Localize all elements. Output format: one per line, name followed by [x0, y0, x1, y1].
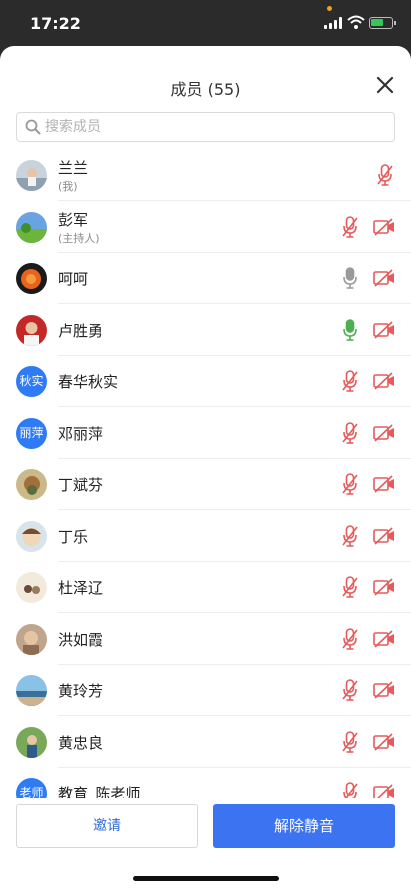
member-name: 彭军	[58, 210, 89, 229]
camera-off-icon[interactable]	[373, 217, 395, 237]
member-role: (我)	[58, 180, 78, 193]
member-row[interactable]: 杜泽辽	[0, 562, 411, 613]
member-role: (主持人)	[58, 231, 100, 245]
mic-muted-icon[interactable]	[342, 679, 358, 701]
mic-muted-icon[interactable]	[342, 370, 358, 392]
member-name: 丁乐	[58, 527, 89, 546]
mic-muted-icon[interactable]	[342, 576, 358, 598]
battery-icon	[369, 17, 393, 29]
status-bar: 17:22	[0, 0, 411, 46]
member-row[interactable]: 黄忠良	[0, 717, 411, 768]
camera-off-icon[interactable]	[373, 526, 395, 546]
camera-off-icon[interactable]	[373, 783, 395, 798]
home-indicator	[133, 876, 279, 881]
avatar: 丽萍	[16, 417, 47, 449]
camera-off-icon[interactable]	[373, 423, 395, 443]
avatar	[16, 263, 47, 294]
mic-muted-icon[interactable]	[342, 782, 358, 798]
camera-off-icon[interactable]	[373, 320, 395, 340]
mic-icon[interactable]	[342, 267, 358, 289]
avatar	[16, 726, 47, 758]
camera-off-icon[interactable]	[373, 474, 395, 494]
member-name: 杜泽辽	[58, 579, 104, 597]
member-row[interactable]: 洪如霞	[0, 614, 411, 665]
avatar	[16, 160, 47, 191]
avatar: 秋实	[16, 366, 47, 397]
member-row[interactable]: 兰兰 (我)	[0, 150, 411, 201]
status-time: 17:22	[30, 14, 81, 33]
member-name: 丁斌芬	[58, 476, 104, 494]
member-row[interactable]: 黄玲芳	[0, 665, 411, 716]
member-name: 春华秋实	[58, 373, 119, 391]
avatar	[16, 520, 47, 552]
camera-off-icon[interactable]	[373, 371, 395, 391]
camera-off-icon[interactable]	[373, 680, 395, 700]
member-name: 兰兰	[58, 159, 89, 177]
wifi-icon	[347, 15, 365, 29]
avatar	[16, 675, 47, 706]
search-box	[16, 112, 395, 142]
member-name: 教育_陈老师	[58, 785, 141, 798]
member-name: 呵呵	[58, 270, 89, 288]
member-row[interactable]: 呵呵	[0, 253, 411, 304]
camera-off-icon[interactable]	[373, 629, 395, 649]
avatar	[16, 623, 47, 655]
camera-off-icon[interactable]	[373, 732, 395, 752]
mic-muted-icon[interactable]	[342, 730, 358, 753]
mic-muted-icon[interactable]	[342, 627, 358, 650]
battery-tip	[394, 21, 396, 25]
member-list[interactable]: 兰兰 (我) 彭军 (主持人) 呵呵 卢胜勇 秋实 春华秋实 丽萍 邓丽萍 丁斌芬 丁乐 杜泽辽 洪如霞黄…	[0, 150, 411, 798]
mic-muted-icon[interactable]	[342, 524, 358, 547]
close-icon[interactable]	[372, 72, 398, 98]
mic-icon[interactable]	[342, 318, 358, 341]
avatar	[16, 469, 47, 500]
member-name: 洪如霞	[58, 630, 104, 649]
privacy-indicator-dot	[327, 6, 332, 11]
member-row[interactable]: 丁乐	[0, 511, 411, 562]
search-input[interactable]	[45, 113, 385, 141]
avatar	[16, 572, 47, 603]
member-row[interactable]: 丁斌芬	[0, 459, 411, 510]
member-name: 卢胜勇	[58, 321, 104, 340]
member-row[interactable]: 卢胜勇	[0, 305, 411, 356]
camera-off-icon[interactable]	[373, 268, 395, 288]
member-row[interactable]: 丽萍 邓丽萍	[0, 408, 411, 459]
member-row[interactable]: 老师 教育_陈老师	[0, 768, 411, 798]
search-icon	[25, 119, 41, 135]
signal-icon	[324, 17, 344, 29]
member-row[interactable]: 秋实 春华秋实	[0, 356, 411, 407]
invite-button[interactable]: 邀请	[16, 804, 198, 848]
avatar	[16, 211, 47, 243]
member-name: 邓丽萍	[58, 424, 104, 443]
avatar: 老师	[16, 778, 47, 798]
mic-muted-icon[interactable]	[377, 164, 393, 186]
member-name: 黄玲芳	[58, 682, 104, 700]
page-title: 成员 (55)	[170, 80, 241, 99]
member-row[interactable]: 彭军 (主持人)	[0, 202, 411, 253]
mic-muted-icon[interactable]	[342, 473, 358, 495]
members-sheet: 成员 (55) 兰兰(我)彭军(主持人)呵呵卢胜勇秋实春华秋实丽萍邓丽萍丁斌芬丁…	[0, 46, 411, 890]
member-name: 黄忠良	[58, 733, 104, 752]
unmute-all-button[interactable]: 解除静音	[213, 804, 395, 848]
avatar	[16, 314, 47, 346]
mic-muted-icon[interactable]	[342, 215, 358, 238]
mic-muted-icon[interactable]	[342, 421, 358, 444]
camera-off-icon[interactable]	[373, 577, 395, 597]
